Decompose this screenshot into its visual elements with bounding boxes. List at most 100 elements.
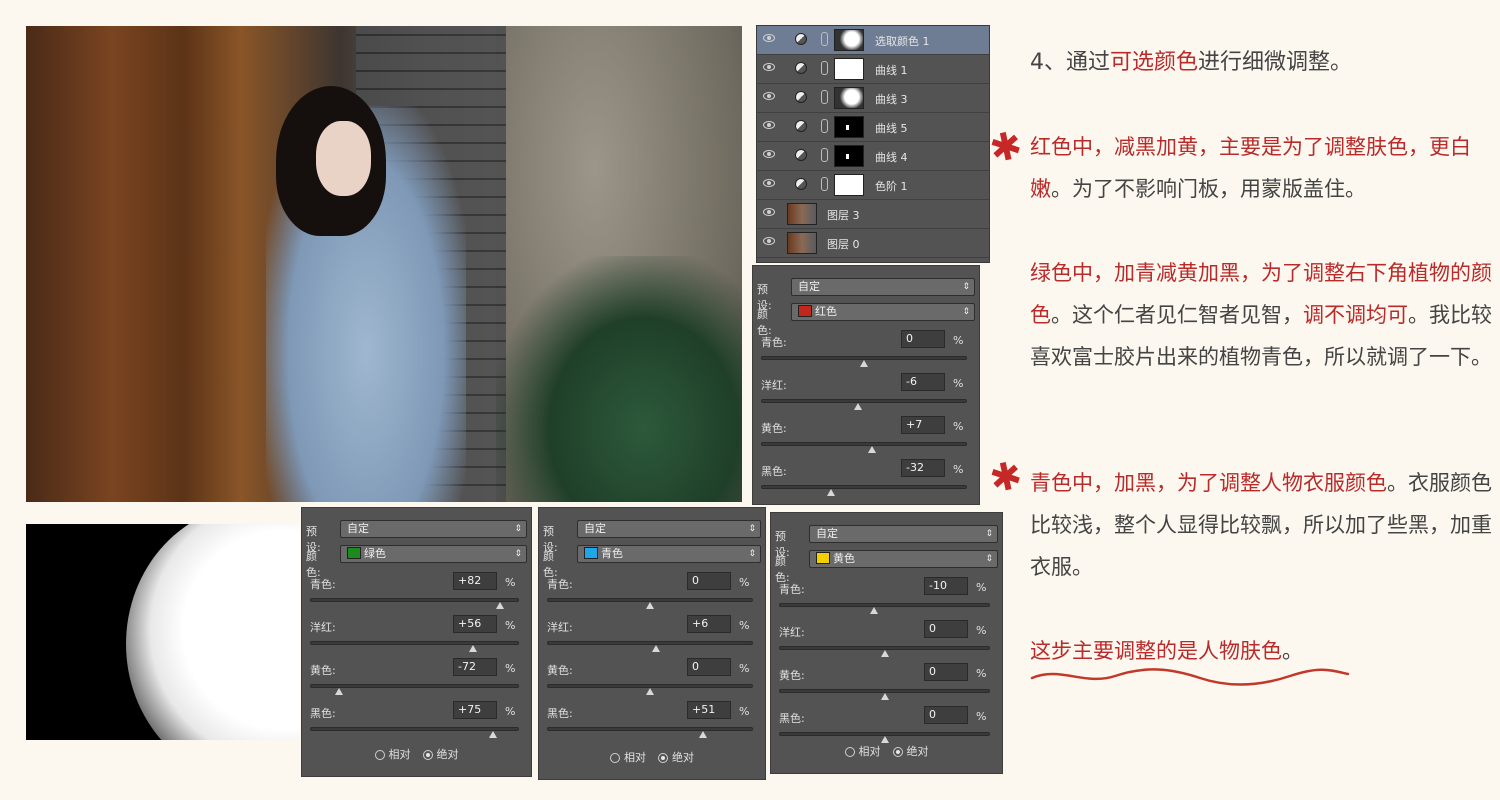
radio-absolute[interactable]: 绝对 (892, 743, 929, 759)
select-arrow-icon: ⇕ (514, 549, 522, 559)
slider-value-input[interactable]: 0 (687, 572, 731, 590)
layer-mask-thumbnail[interactable] (834, 87, 864, 109)
layer-mask-thumbnail[interactable] (834, 58, 864, 80)
slider-knob[interactable] (868, 446, 877, 453)
color-select[interactable]: 绿色 ⇕ (340, 545, 527, 563)
percent-label: % (505, 576, 516, 589)
slider-track[interactable] (547, 641, 753, 645)
slider-track[interactable] (761, 485, 967, 489)
preset-select[interactable]: 自定 ⇕ (577, 520, 761, 538)
radio-circle[interactable] (610, 753, 620, 763)
slider-value-input[interactable]: +6 (687, 615, 731, 633)
layer-mask-thumbnail[interactable] (834, 174, 864, 196)
preset-select[interactable]: 自定 ⇕ (791, 278, 975, 296)
slider-value-input[interactable]: +56 (453, 615, 497, 633)
slider-value-input[interactable]: -10 (924, 577, 968, 595)
slider-value-input[interactable]: +7 (901, 416, 945, 434)
radio-relative[interactable]: 相对 (610, 749, 646, 765)
slider-1: 青色: -10% (779, 577, 990, 624)
link-chain-icon[interactable] (821, 177, 828, 191)
slider-value-input[interactable]: 0 (901, 330, 945, 348)
color-select[interactable]: 红色 ⇕ (791, 303, 975, 321)
slider-track[interactable] (547, 727, 753, 731)
radio-circle[interactable] (844, 747, 855, 757)
link-chain-icon[interactable] (821, 61, 828, 75)
slider-value-input[interactable]: +75 (453, 701, 497, 719)
slider-track[interactable] (310, 727, 519, 731)
slider-knob[interactable] (469, 645, 478, 652)
slider-knob[interactable] (827, 489, 836, 496)
select-arrow-icon: ⇕ (748, 549, 756, 559)
slider-value-input[interactable]: +82 (453, 572, 497, 590)
slider-knob[interactable] (869, 607, 878, 614)
slider-knob[interactable] (646, 602, 654, 609)
link-chain-icon[interactable] (821, 90, 828, 104)
slider-knob[interactable] (880, 693, 889, 700)
layer-row[interactable]: 图层 0 (757, 229, 989, 258)
slider-knob[interactable] (488, 731, 497, 738)
percent-label: % (739, 662, 750, 675)
slider-knob[interactable] (860, 360, 868, 367)
slider-track[interactable] (779, 603, 990, 607)
layer-mask-preview (26, 524, 300, 740)
eye-icon[interactable] (763, 237, 775, 245)
slider-track[interactable] (310, 598, 519, 602)
slider-value-input[interactable]: 0 (924, 706, 968, 724)
radio-circle-selected[interactable] (892, 747, 903, 757)
radio-absolute[interactable]: 绝对 (422, 746, 459, 762)
layer-mask-thumbnail[interactable] (834, 29, 864, 51)
link-chain-icon[interactable] (821, 148, 828, 162)
layer-row[interactable]: 选取颜色 1 (757, 26, 989, 55)
slider-value-input[interactable]: -6 (901, 373, 945, 391)
link-chain-icon[interactable] (821, 32, 828, 46)
layer-row[interactable]: 色阶 1 (757, 171, 989, 200)
preset-select[interactable]: 自定 ⇕ (340, 520, 527, 538)
radio-circle-selected[interactable] (422, 750, 433, 760)
slider-track[interactable] (761, 442, 967, 446)
eye-icon[interactable] (763, 150, 775, 158)
slider-value-input[interactable]: -32 (901, 459, 945, 477)
slider-knob[interactable] (853, 403, 862, 410)
slider-value-input[interactable]: +51 (687, 701, 731, 719)
slider-value-input[interactable]: 0 (924, 663, 968, 681)
color-select[interactable]: 青色 ⇕ (577, 545, 761, 563)
slider-knob[interactable] (880, 650, 889, 657)
radio-absolute-label: 绝对 (906, 745, 929, 758)
layer-row[interactable]: 曲线 3 (757, 84, 989, 113)
slider-knob[interactable] (652, 645, 661, 652)
percent-label: % (953, 334, 964, 347)
layer-row[interactable]: 曲线 1 (757, 55, 989, 84)
slider-knob[interactable] (496, 602, 505, 609)
preset-select[interactable]: 自定 ⇕ (809, 525, 998, 543)
eye-icon[interactable] (763, 34, 775, 42)
layer-row[interactable]: 图层 3 (757, 200, 989, 229)
slider-track[interactable] (761, 399, 967, 403)
link-chain-icon[interactable] (821, 119, 828, 133)
slider-knob[interactable] (698, 731, 707, 738)
eye-icon[interactable] (763, 121, 775, 129)
slider-value-input[interactable]: 0 (687, 658, 731, 676)
slider-value-input[interactable]: 0 (924, 620, 968, 638)
radio-circle-selected[interactable] (658, 753, 668, 763)
slider-track[interactable] (310, 641, 519, 645)
layer-mask-thumbnail[interactable] (834, 145, 864, 167)
layer-thumbnail[interactable] (787, 232, 817, 254)
radio-relative[interactable]: 相对 (374, 746, 411, 762)
slider-value-input[interactable]: -72 (453, 658, 497, 676)
layer-thumbnail[interactable] (787, 203, 817, 225)
color-select[interactable]: 黄色 ⇕ (809, 550, 998, 568)
layer-row[interactable]: 曲线 4 (757, 142, 989, 171)
eye-icon[interactable] (763, 179, 775, 187)
eye-icon[interactable] (763, 208, 775, 216)
eye-icon[interactable] (763, 63, 775, 71)
eye-icon[interactable] (763, 92, 775, 100)
adjustment-layer-icon (795, 62, 807, 74)
radio-circle[interactable] (374, 750, 385, 760)
slider-knob[interactable] (646, 688, 654, 695)
radio-relative[interactable]: 相对 (844, 743, 881, 759)
slider-knob[interactable] (335, 688, 344, 695)
layer-mask-thumbnail[interactable] (834, 116, 864, 138)
radio-absolute[interactable]: 绝对 (658, 749, 694, 765)
layer-row[interactable]: 曲线 5 (757, 113, 989, 142)
slider-knob[interactable] (880, 736, 889, 743)
